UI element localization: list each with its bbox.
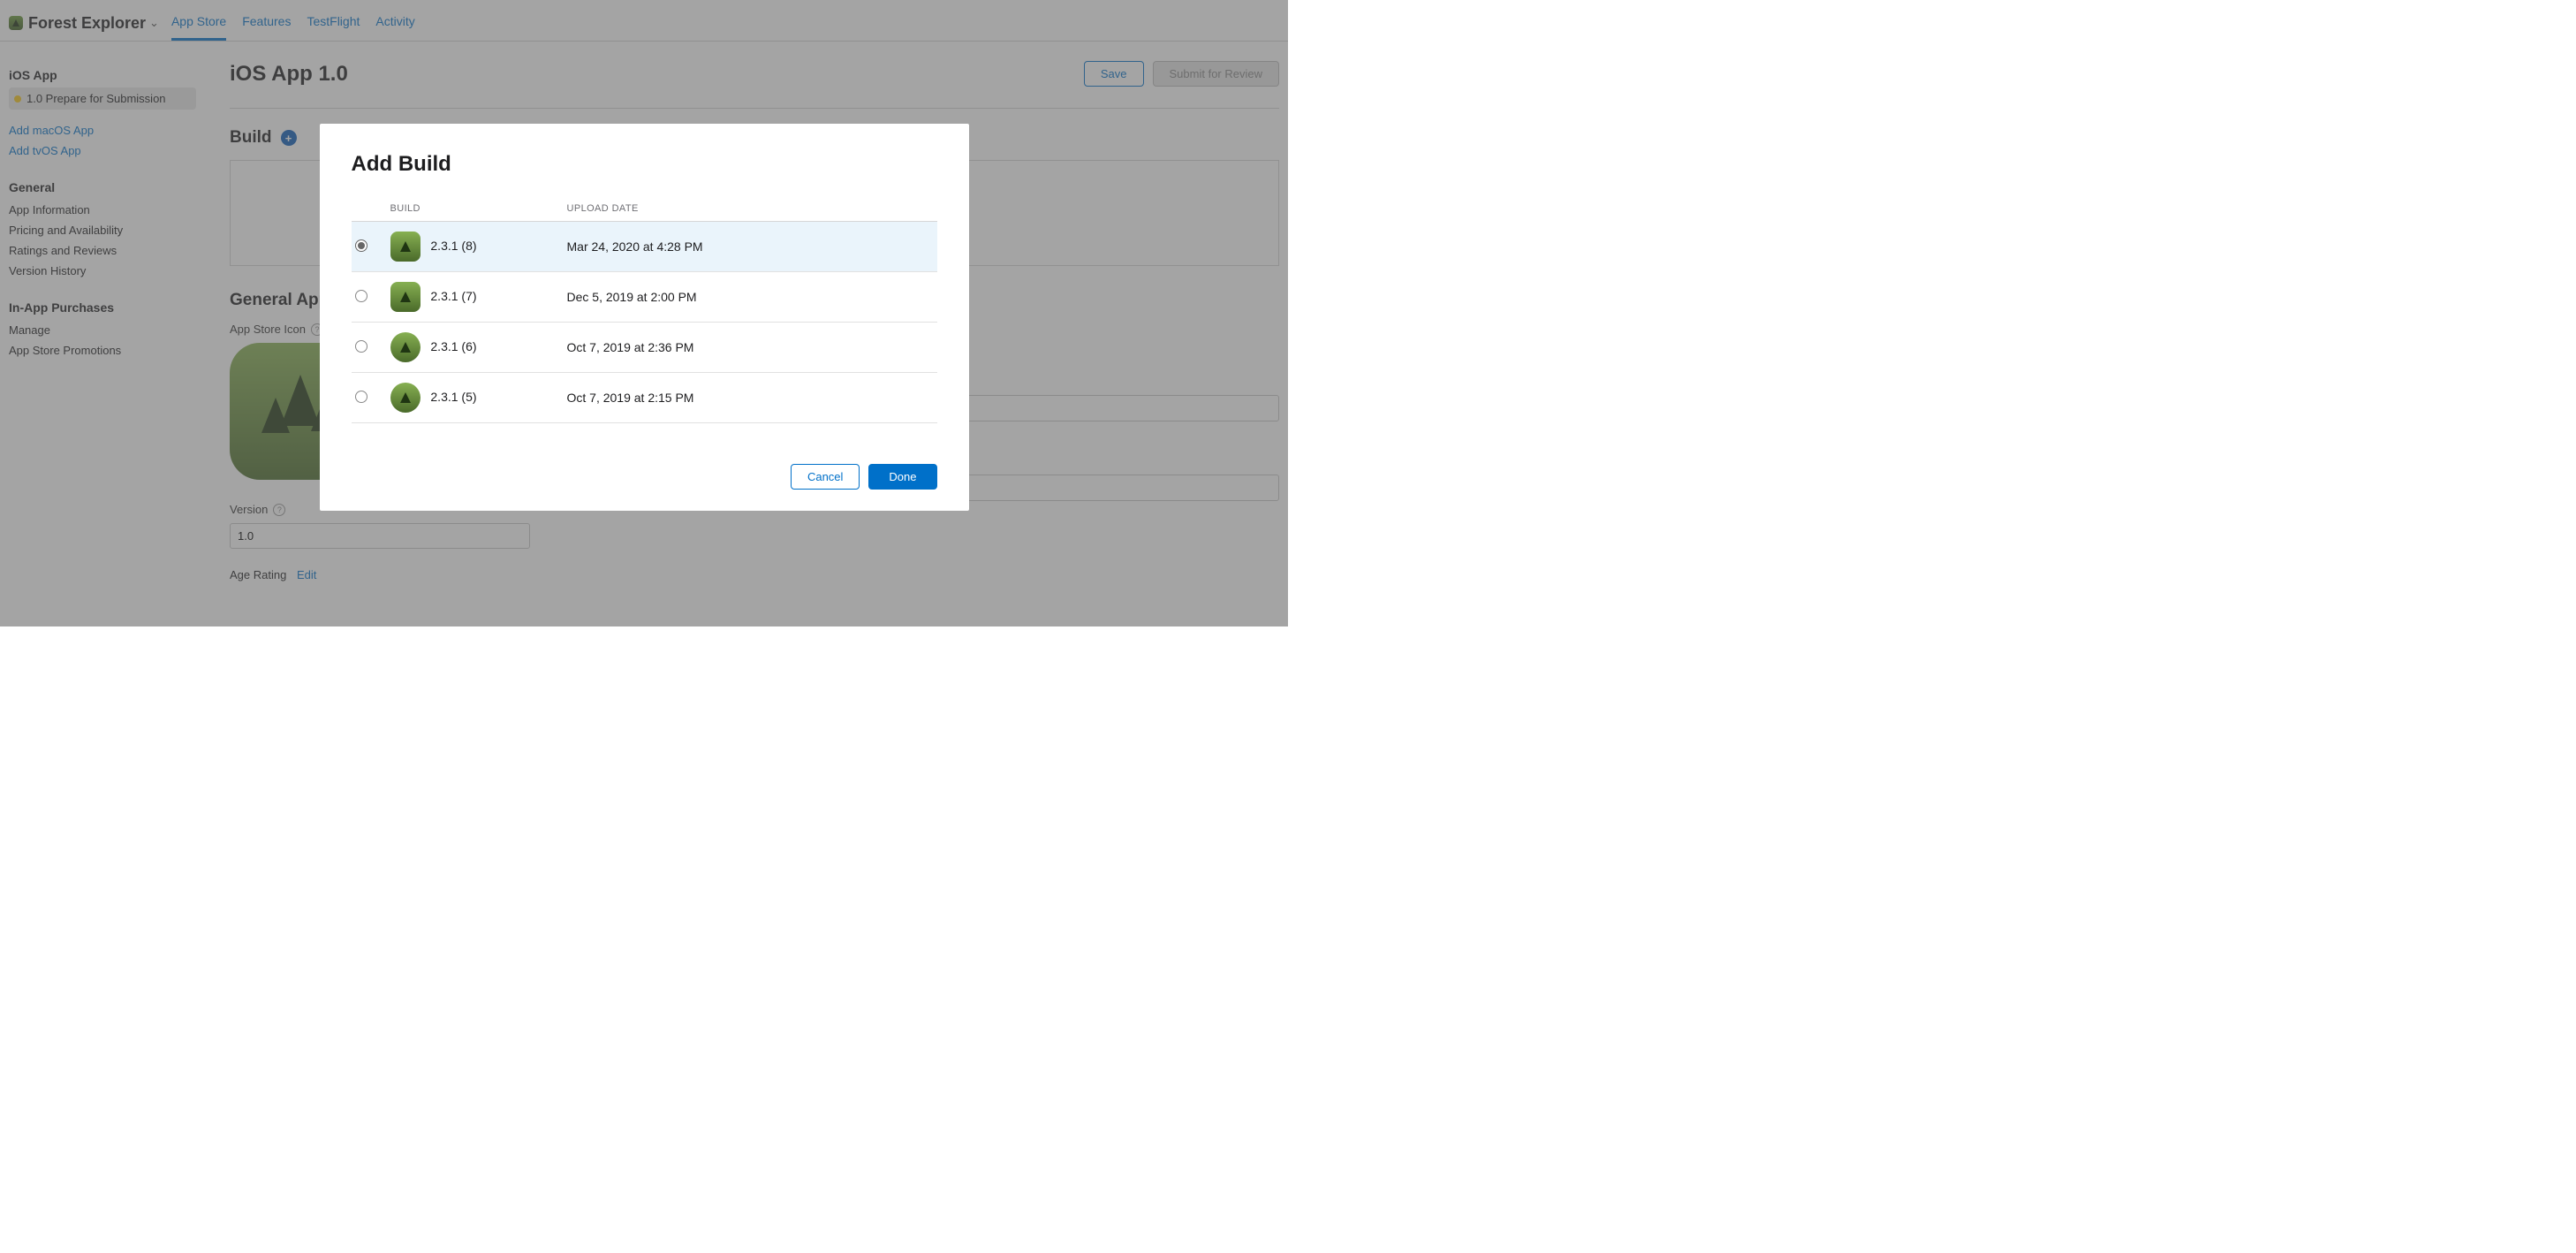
cancel-button[interactable]: Cancel — [791, 464, 860, 490]
build-row[interactable]: 2.3.1 (6) Oct 7, 2019 at 2:36 PM — [352, 323, 937, 373]
radio-icon[interactable] — [355, 340, 367, 353]
add-build-modal: Add Build BUILD UPLOAD DATE 2.3.1 (8) Mar… — [320, 124, 969, 511]
build-upload-date: Dec 5, 2019 at 2:00 PM — [564, 272, 937, 323]
build-version: 2.3.1 (6) — [430, 339, 476, 353]
build-row[interactable]: 2.3.1 (5) Oct 7, 2019 at 2:15 PM — [352, 373, 937, 423]
build-upload-date: Oct 7, 2019 at 2:15 PM — [564, 373, 937, 423]
build-table: BUILD UPLOAD DATE 2.3.1 (8) Mar 24, 2020 … — [352, 196, 937, 423]
build-version: 2.3.1 (7) — [430, 289, 476, 303]
build-app-icon — [390, 232, 420, 262]
modal-title: Add Build — [352, 152, 937, 177]
done-button[interactable]: Done — [868, 464, 936, 490]
col-date-header: UPLOAD DATE — [564, 196, 937, 222]
build-upload-date: Oct 7, 2019 at 2:36 PM — [564, 323, 937, 373]
build-row[interactable]: 2.3.1 (8) Mar 24, 2020 at 4:28 PM — [352, 222, 937, 272]
build-upload-date: Mar 24, 2020 at 4:28 PM — [564, 222, 937, 272]
build-row[interactable]: 2.3.1 (7) Dec 5, 2019 at 2:00 PM — [352, 272, 937, 323]
modal-overlay[interactable]: Add Build BUILD UPLOAD DATE 2.3.1 (8) Mar… — [0, 0, 1288, 626]
build-app-icon — [390, 282, 420, 312]
build-app-icon — [390, 383, 420, 413]
build-version: 2.3.1 (5) — [430, 390, 476, 404]
build-app-icon — [390, 332, 420, 362]
radio-icon[interactable] — [355, 391, 367, 403]
col-build-header: BUILD — [387, 196, 564, 222]
build-version: 2.3.1 (8) — [430, 239, 476, 253]
radio-icon[interactable] — [355, 239, 367, 252]
radio-icon[interactable] — [355, 290, 367, 302]
